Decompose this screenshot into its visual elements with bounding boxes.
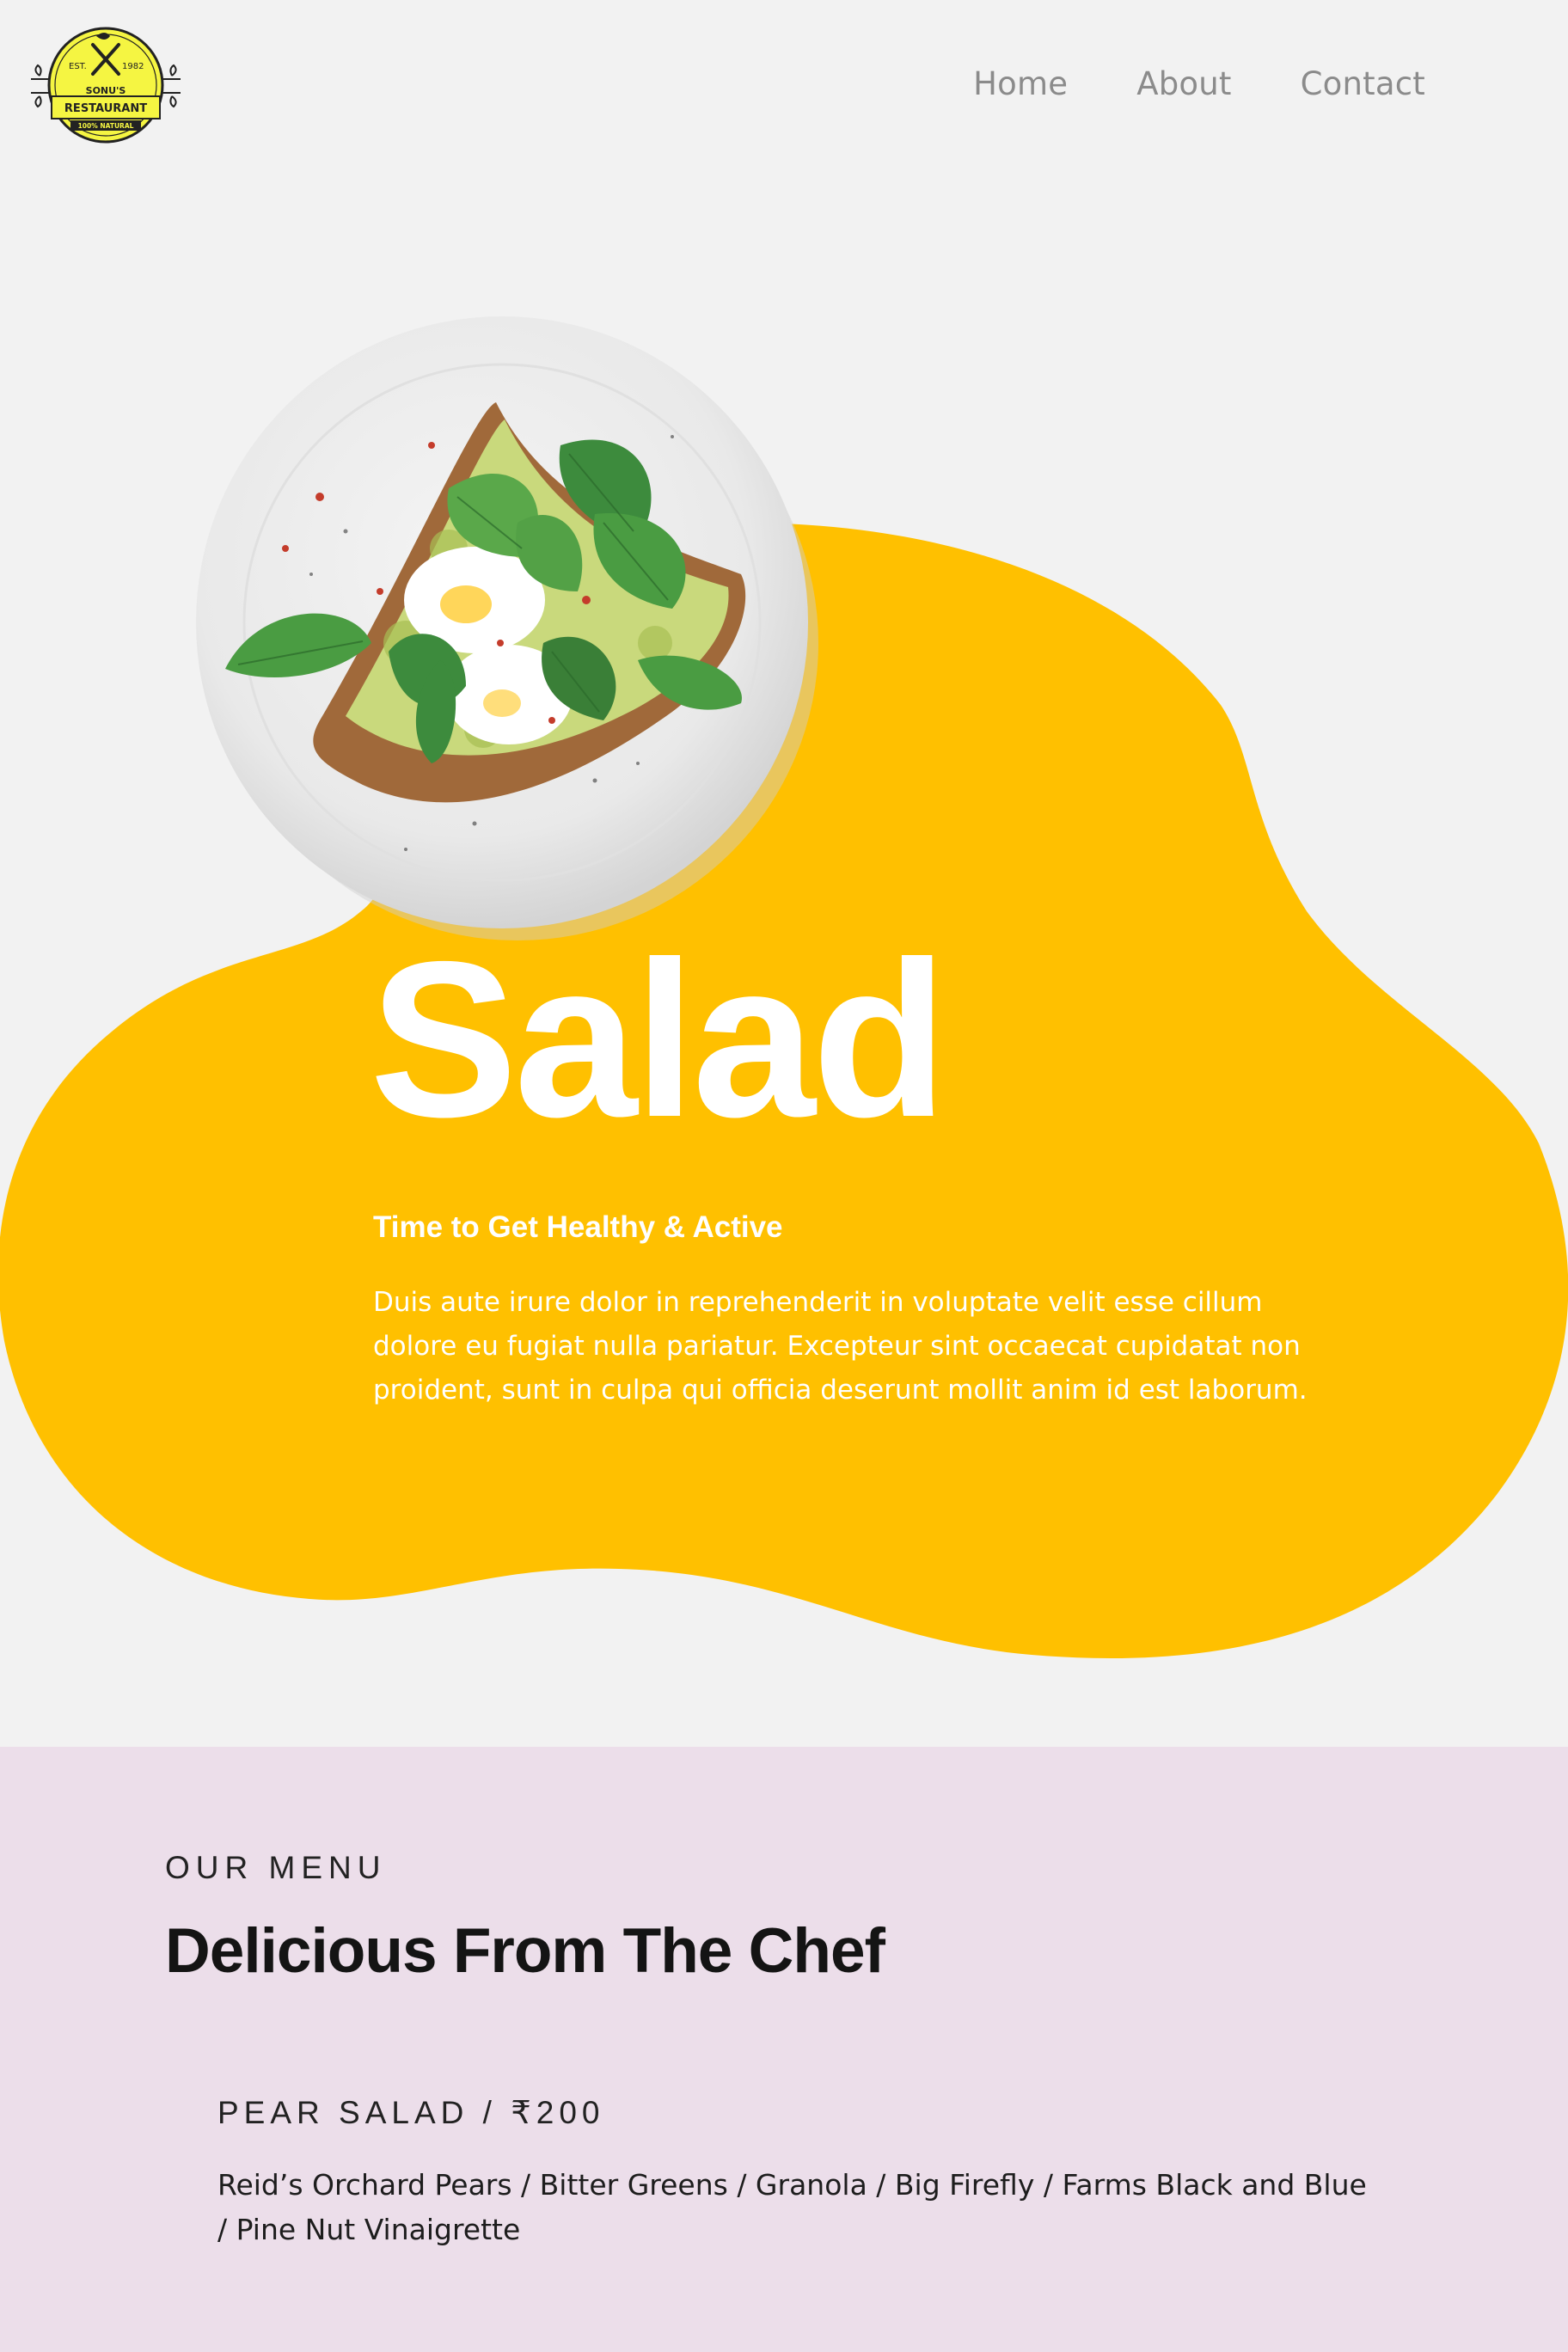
hero-description: Duis aute irure dolor in reprehenderit i… [373,1287,1308,1406]
hero-subtitle: Time to Get Healthy & Active [373,1210,783,1244]
menu-eyebrow: OUR MENU [165,1850,387,1885]
svg-text:EST.: EST. [69,62,87,71]
nav-item-contact[interactable]: Contact [1301,65,1425,102]
menu-item-title: PEAR SALAD / ₹200 [217,2095,605,2130]
main-nav: Home About Contact [973,65,1425,102]
hero-title: Salad [370,915,947,1163]
nav-item-about[interactable]: About [1136,65,1231,102]
svg-text:1982: 1982 [122,62,144,71]
site-header: EST. 1982 SONU'S RESTAURANT 100% NATURAL… [0,0,1568,181]
page: EST. 1982 SONU'S RESTAURANT 100% NATURAL… [0,0,1568,2352]
nav-item-home[interactable]: Home [973,65,1068,102]
menu-section [0,1747,1568,2352]
salad-plate-image [191,316,818,940]
menu-item-description: Reid’s Orchard Pears / Bitter Greens / G… [217,2168,1367,2246]
svg-text:100% NATURAL: 100% NATURAL [78,122,134,130]
svg-text:RESTAURANT: RESTAURANT [64,102,147,115]
menu-heading: Delicious From The Chef [165,1916,885,1986]
restaurant-logo[interactable]: EST. 1982 SONU'S RESTAURANT 100% NATURAL [28,26,184,144]
logo-emblem-icon: EST. 1982 SONU'S RESTAURANT 100% NATURAL [31,27,181,144]
svg-text:SONU'S: SONU'S [86,85,126,96]
